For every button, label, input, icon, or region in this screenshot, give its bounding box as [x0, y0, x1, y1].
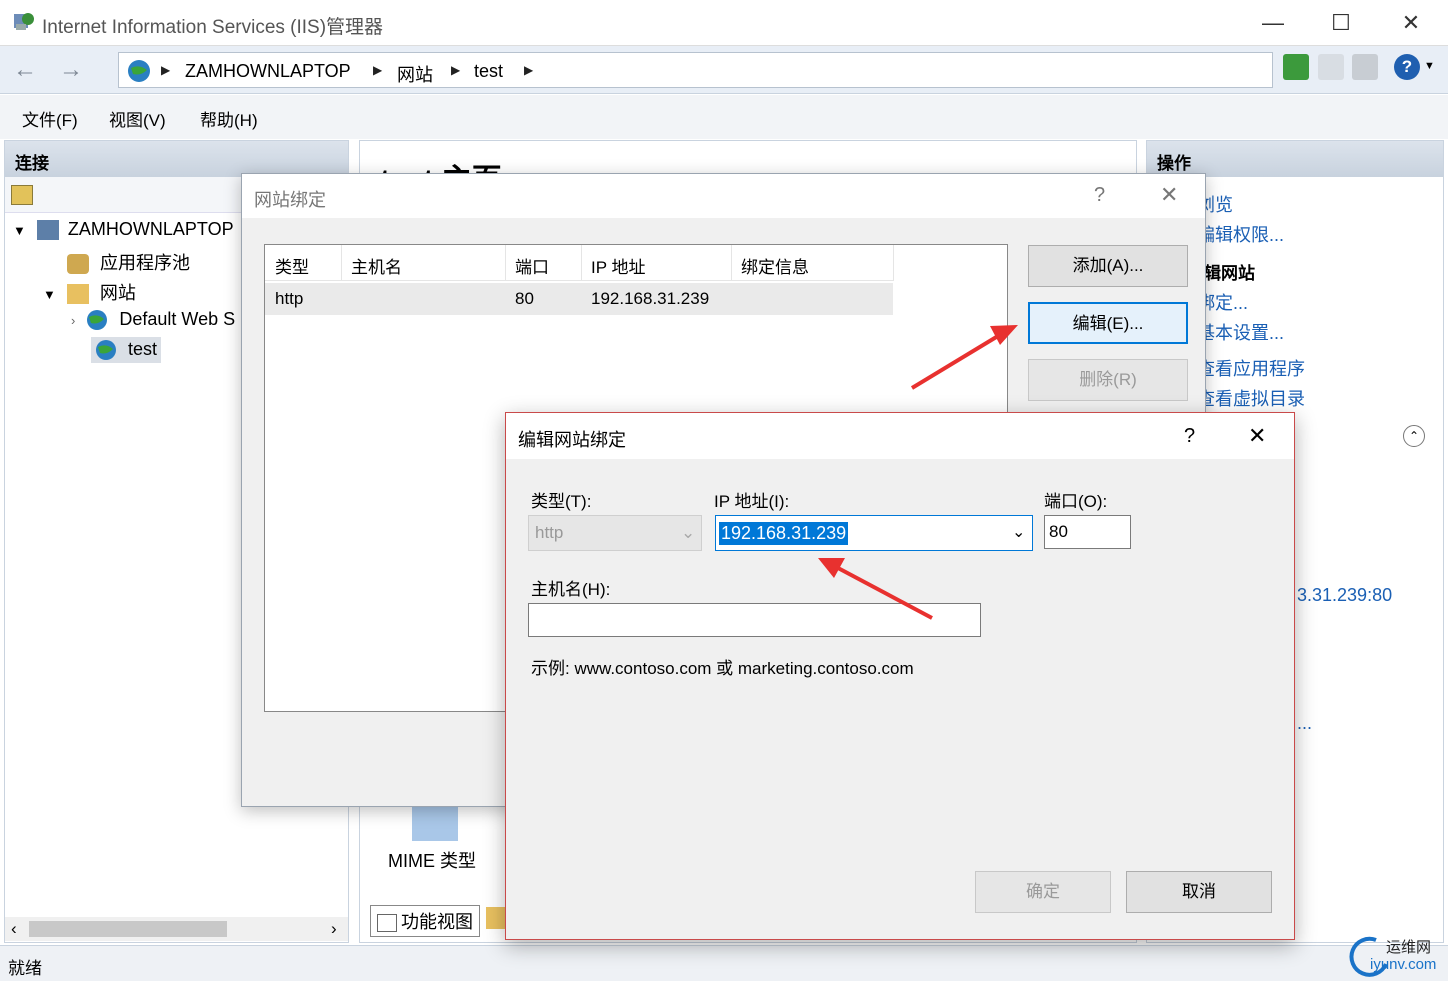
- watermark-line2: iyunv.com: [1370, 956, 1437, 973]
- arrow-to-edit-button-icon: [910, 325, 1018, 390]
- watermark-line1: 运维网: [1386, 939, 1432, 956]
- arrow-to-ip-field-icon: [818, 558, 933, 620]
- annotation-arrows: [818, 325, 1018, 620]
- watermark-logo: 运维网 iyunv.com: [1346, 932, 1446, 980]
